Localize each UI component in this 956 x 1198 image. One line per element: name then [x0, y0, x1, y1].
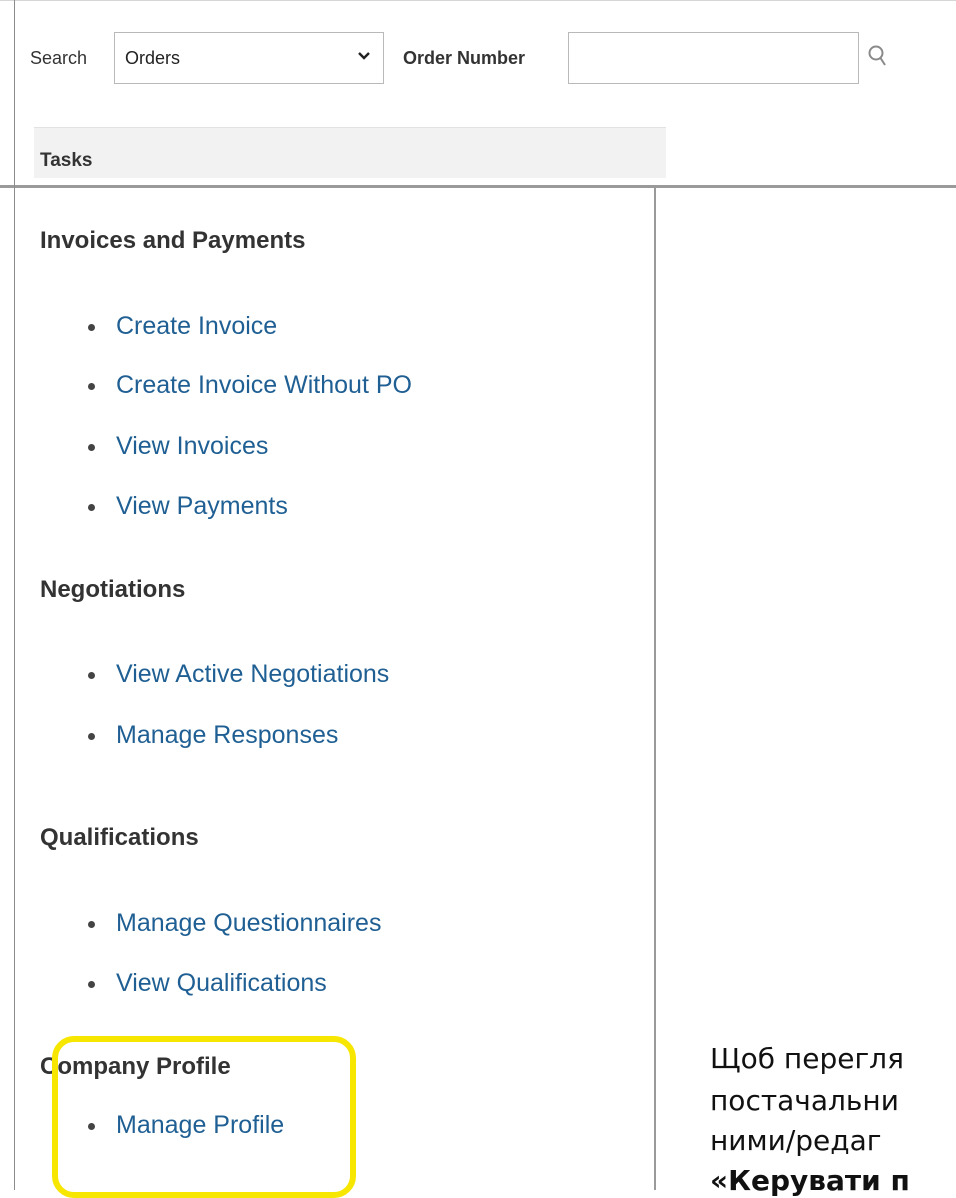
- annotation-line-1: Щоб перегля: [710, 1042, 904, 1075]
- search-toolbar: Search Orders Order Number Tasks: [0, 0, 956, 188]
- link-create-invoice-without-po[interactable]: Create Invoice Without PO: [88, 371, 412, 400]
- link-create-invoice[interactable]: Create Invoice: [88, 312, 277, 341]
- section-title-negotiations: Negotiations: [40, 576, 186, 603]
- manage-profile-highlight: [52, 1036, 356, 1198]
- chevron-down-icon: [357, 46, 371, 69]
- link-view-qualifications[interactable]: View Qualifications: [88, 969, 327, 998]
- link-view-payments[interactable]: View Payments: [88, 492, 288, 521]
- search-category-value: Orders: [125, 48, 181, 68]
- order-number-input[interactable]: [568, 32, 859, 84]
- link-view-invoices[interactable]: View Invoices: [88, 432, 268, 461]
- search-label: Search: [30, 48, 88, 68]
- section-title-invoices-and-payments: Invoices and Payments: [40, 227, 306, 254]
- annotation-line-3: ними/редаг: [710, 1124, 882, 1157]
- search-category-select[interactable]: Orders: [114, 32, 384, 84]
- link-manage-responses[interactable]: Manage Responses: [88, 721, 338, 750]
- link-manage-questionnaires[interactable]: Manage Questionnaires: [88, 909, 381, 938]
- search-icon[interactable]: [866, 43, 892, 71]
- link-view-active-negotiations[interactable]: View Active Negotiations: [88, 660, 389, 689]
- annotation-line-4: «Керувати п: [710, 1164, 910, 1197]
- tasks-title: Tasks: [40, 150, 93, 171]
- tasks-header: Tasks: [34, 127, 666, 178]
- order-number-label: Order Number: [403, 48, 526, 68]
- section-title-qualifications: Qualifications: [40, 824, 199, 851]
- annotation-line-2: постачальни: [710, 1084, 899, 1117]
